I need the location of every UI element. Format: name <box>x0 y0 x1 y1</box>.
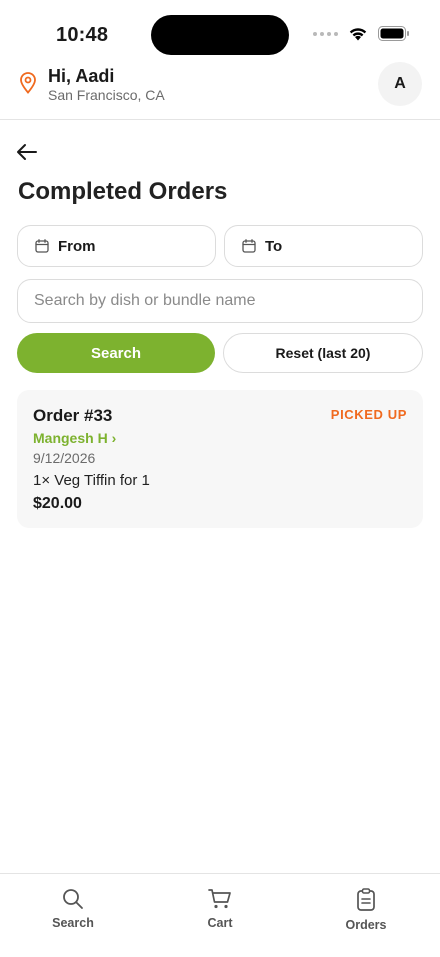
tab-cart-label: Cart <box>207 916 233 930</box>
order-number: Order #33 <box>33 406 113 425</box>
clipboard-icon <box>357 888 375 911</box>
cart-icon <box>208 889 231 909</box>
tab-search-label: Search <box>52 916 94 930</box>
tab-orders[interactable]: Orders <box>311 888 421 932</box>
vendor-link[interactable]: Mangesh H › <box>33 430 116 446</box>
order-date: 9/12/2026 <box>33 450 96 466</box>
reset-button[interactable]: Reset (last 20) <box>223 333 423 373</box>
location-text[interactable]: San Francisco, CA <box>48 87 165 103</box>
dynamic-island <box>151 15 289 55</box>
page-title: Completed Orders <box>18 178 228 205</box>
status-bar: 10:48 <box>0 0 440 62</box>
order-price: $20.00 <box>33 495 82 512</box>
tab-cart[interactable]: Cart <box>165 888 275 930</box>
avatar[interactable]: A <box>378 62 422 106</box>
order-status-badge: PICKED UP <box>330 407 407 422</box>
from-date-button[interactable]: From <box>17 225 216 267</box>
back-button[interactable] <box>16 140 42 164</box>
order-item: 1× Veg Tiffin for 1 <box>33 472 150 489</box>
app-header: Hi, Aadi San Francisco, CA A <box>0 62 440 120</box>
from-label: From <box>58 237 96 255</box>
to-date-button[interactable]: To <box>224 225 423 267</box>
status-icons <box>313 26 410 41</box>
tab-orders-label: Orders <box>345 918 387 932</box>
to-label: To <box>265 237 283 255</box>
order-card[interactable]: Order #33 PICKED UP Mangesh H › 9/12/202… <box>17 390 423 528</box>
calendar-icon <box>35 239 49 253</box>
search-button[interactable]: Search <box>17 333 215 373</box>
arrow-left-icon <box>17 144 37 160</box>
calendar-icon <box>242 239 256 253</box>
greeting: Hi, Aadi <box>48 66 115 86</box>
bottom-tab-bar: Search Cart Orders <box>0 873 440 957</box>
battery-icon <box>378 26 409 41</box>
tab-search[interactable]: Search <box>18 888 128 930</box>
location-pin-icon <box>20 72 36 94</box>
wifi-icon <box>349 28 367 41</box>
search-input[interactable] <box>17 279 423 323</box>
cellular-signal-icon <box>313 31 338 36</box>
search-icon <box>63 889 83 909</box>
status-time: 10:48 <box>56 24 109 46</box>
